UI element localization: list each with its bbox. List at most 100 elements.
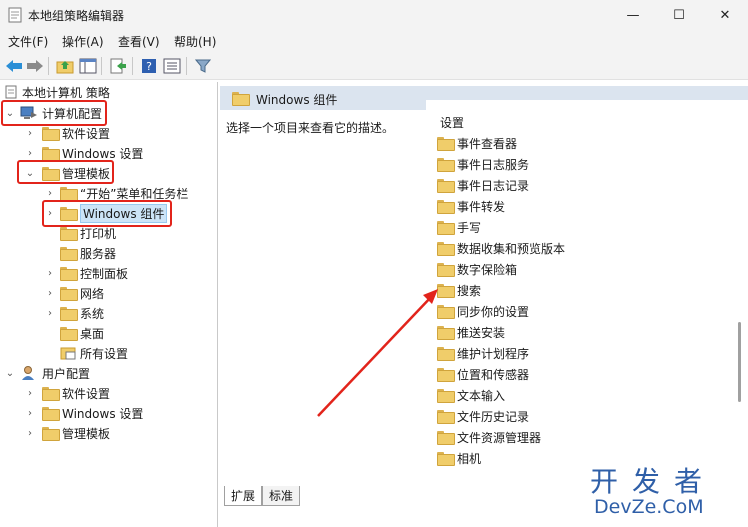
folder-icon: [60, 287, 78, 301]
tree-item-control-panel[interactable]: › 控制面板: [44, 263, 128, 283]
menu-bar: 文件(F) 操作(A) 查看(V) 帮助(H): [0, 30, 748, 52]
folder-icon: [437, 284, 455, 298]
settings-list-item[interactable]: 文本输入: [437, 385, 505, 405]
tree-item-label: 桌面: [80, 326, 105, 341]
column-header-settings[interactable]: 设置: [440, 112, 464, 132]
tree-item-label: 软件设置: [62, 386, 111, 401]
minimize-button[interactable]: —: [610, 0, 656, 30]
chevron-right-icon[interactable]: ›: [24, 148, 36, 159]
settings-list-item[interactable]: 事件转发: [437, 196, 505, 216]
details-header-title: Windows 组件: [256, 93, 338, 107]
menu-file[interactable]: 文件(F): [8, 33, 48, 50]
help-icon[interactable]: ?: [139, 56, 159, 76]
menu-help[interactable]: 帮助(H): [174, 33, 216, 50]
tree-item-user-windows[interactable]: › Windows 设置: [24, 403, 143, 423]
tab-standard[interactable]: 标准: [262, 486, 301, 506]
folder-icon: [42, 427, 60, 441]
toolbar-separator: [132, 57, 133, 75]
chevron-down-icon[interactable]: ⌄: [4, 368, 16, 379]
settings-list-item-label: 文件资源管理器: [457, 430, 542, 445]
menu-view[interactable]: 查看(V): [118, 33, 160, 50]
settings-list-item[interactable]: 事件日志服务: [437, 154, 529, 174]
folder-icon: [60, 187, 78, 201]
settings-list-item-label: 维护计划程序: [457, 346, 530, 361]
window-title: 本地组策略编辑器: [28, 9, 125, 23]
export-icon[interactable]: [108, 56, 128, 76]
highlight-box-windows-components: [42, 200, 172, 227]
settings-list-item[interactable]: 维护计划程序: [437, 343, 529, 363]
close-button[interactable]: ✕: [702, 0, 748, 30]
show-tree-icon[interactable]: [78, 56, 98, 76]
settings-list-item[interactable]: 相机: [437, 448, 481, 468]
tree-item-label: 软件设置: [62, 126, 111, 141]
forward-icon[interactable]: [25, 56, 45, 76]
chevron-right-icon[interactable]: ›: [24, 388, 36, 399]
settings-list-item[interactable]: 事件查看器: [437, 133, 517, 153]
settings-list-item[interactable]: 搜索: [437, 280, 481, 300]
settings-list-item-label: 位置和传感器: [457, 367, 530, 382]
settings-list-item[interactable]: 数字保险箱: [437, 259, 517, 279]
back-icon[interactable]: [4, 56, 24, 76]
chevron-right-icon[interactable]: ›: [24, 128, 36, 139]
tree-item-user-admin[interactable]: › 管理模板: [24, 423, 110, 443]
tree-item-system[interactable]: › 系统: [44, 303, 104, 323]
chevron-right-icon[interactable]: ›: [44, 308, 56, 319]
tree-item-label: 打印机: [80, 226, 117, 241]
scrollbar-thumb[interactable]: [738, 322, 741, 402]
tree-item-user-software[interactable]: › 软件设置: [24, 383, 110, 403]
folder-icon: [437, 431, 455, 445]
tab-extended[interactable]: 扩展: [224, 486, 263, 506]
tree-item-all-settings[interactable]: 所有设置: [56, 343, 128, 363]
toolbar-separator: [186, 57, 187, 75]
properties-icon[interactable]: [162, 56, 182, 76]
toolbar-separator: [48, 57, 49, 75]
tree-item-label: Windows 设置: [62, 146, 144, 161]
filter-icon[interactable]: [193, 56, 213, 76]
maximize-button[interactable]: ☐: [656, 0, 702, 30]
settings-list-item[interactable]: 数据收集和预览版本: [437, 238, 565, 258]
folder-icon: [437, 326, 455, 340]
chevron-right-icon[interactable]: ›: [24, 408, 36, 419]
settings-list-item[interactable]: 位置和传感器: [437, 364, 529, 384]
tree-item-servers[interactable]: 服务器: [56, 243, 116, 263]
settings-list-item[interactable]: 事件日志记录: [437, 175, 529, 195]
settings-list: 设置 事件查看器事件日志服务事件日志记录事件转发手写数据收集和预览版本 数字保险箱…: [426, 100, 748, 500]
folder-icon: [437, 179, 455, 193]
settings-list-item-label: 文本输入: [457, 388, 506, 403]
menu-action[interactable]: 操作(A): [62, 33, 104, 50]
tree-item-software-settings[interactable]: › 软件设置: [24, 123, 110, 143]
tree-item-label: “开始”菜单和任务栏: [80, 186, 189, 201]
folder-icon: [60, 227, 78, 241]
tree-item-desktop[interactable]: 桌面: [56, 323, 104, 343]
tree-root[interactable]: 本地计算机 策略: [4, 82, 110, 102]
folder-icon: [42, 127, 60, 141]
settings-list-item[interactable]: 同步你的设置: [437, 301, 529, 321]
chevron-right-icon[interactable]: ›: [24, 428, 36, 439]
settings-list-item-label: 事件日志服务: [457, 157, 530, 172]
tree-item-label: Windows 设置: [62, 406, 144, 421]
settings-list-item[interactable]: 文件历史记录: [437, 406, 529, 426]
chevron-right-icon[interactable]: ›: [44, 288, 56, 299]
user-icon: [22, 366, 34, 380]
chevron-right-icon[interactable]: ›: [44, 268, 56, 279]
tree-item-user-config[interactable]: ⌄ 用户配置: [4, 363, 90, 383]
tree-item-label: 网络: [80, 286, 105, 301]
tree-item-network[interactable]: › 网络: [44, 283, 104, 303]
description-text: 选择一个项目来查看它的描述。: [226, 121, 395, 135]
chevron-right-icon[interactable]: ›: [44, 188, 56, 199]
folder-icon: [60, 267, 78, 281]
settings-list-item-label: 推送安装: [457, 325, 506, 340]
settings-list-item[interactable]: 文件资源管理器: [437, 427, 541, 447]
highlight-box-admin-templates: [17, 160, 114, 184]
tree-item-label: 管理模板: [62, 426, 111, 441]
folder-icon: [60, 327, 78, 341]
settings-list-item-label: 同步你的设置: [457, 304, 530, 319]
settings-list-item[interactable]: 手写: [437, 217, 481, 237]
settings-list-item-label: 手写: [457, 220, 482, 235]
up-folder-icon[interactable]: [55, 56, 75, 76]
highlight-box-computer-config: [1, 100, 107, 126]
settings-list-item[interactable]: 推送安装: [437, 322, 505, 342]
folder-icon: [437, 452, 455, 466]
settings-list-item-label: 事件转发: [457, 199, 506, 214]
title-bar: 本地组策略编辑器 — ☐ ✕: [0, 0, 748, 30]
